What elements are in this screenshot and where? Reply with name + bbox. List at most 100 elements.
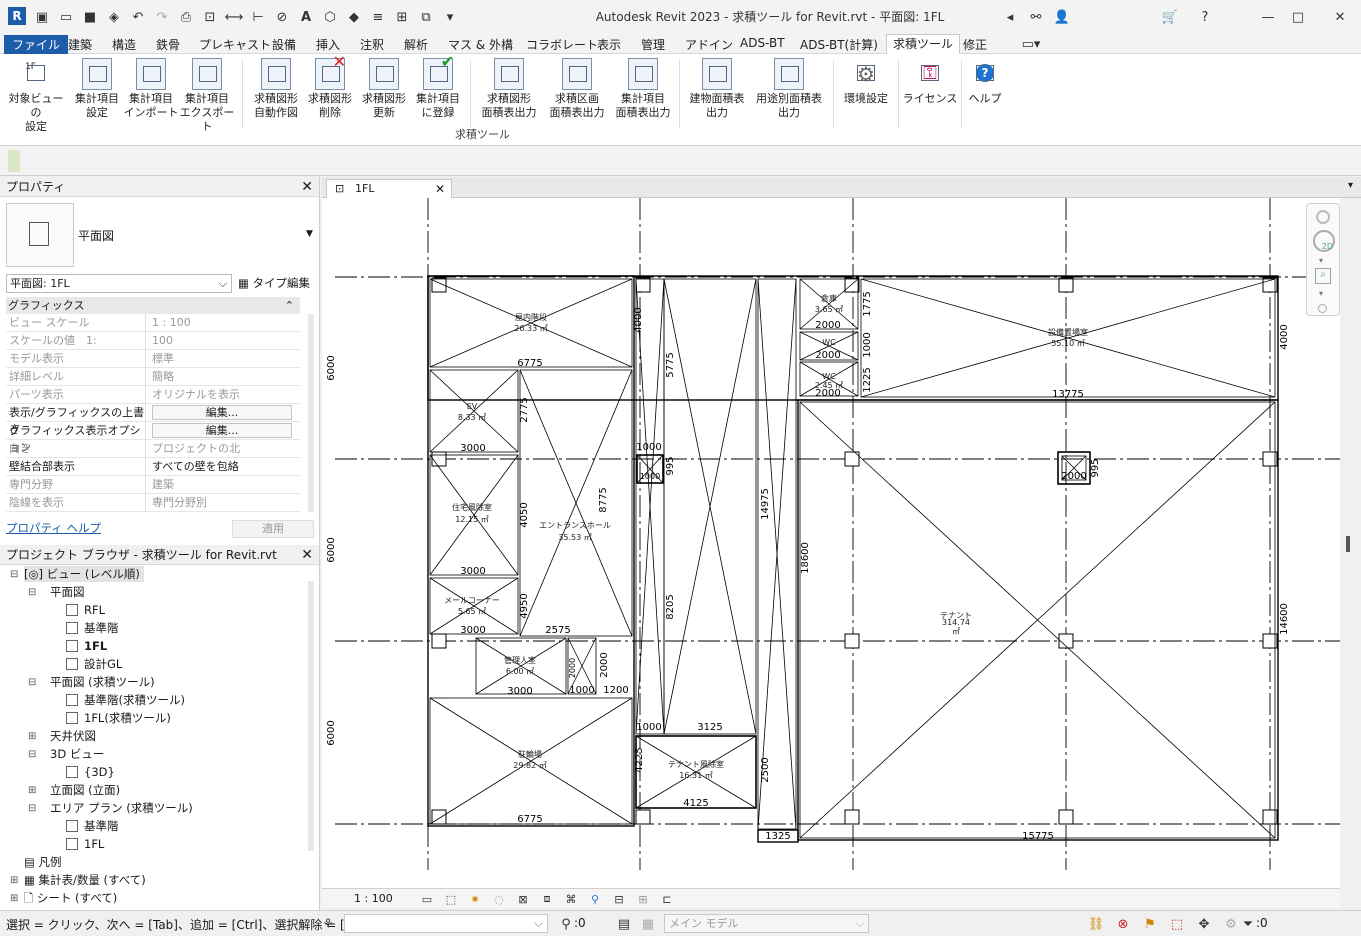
item-area-output-button[interactable]: 集計項目 面積表出力 <box>610 58 676 120</box>
tab-addins[interactable]: アドイン <box>685 36 733 53</box>
tree-floor-plans[interactable]: 平面図 <box>50 584 85 600</box>
collapse-icon[interactable]: ⊟ <box>28 803 36 814</box>
room-name[interactable]: WC <box>822 372 836 381</box>
reveal-hidden-icon[interactable]: ⊟ <box>610 890 628 908</box>
tree-view-typical[interactable]: 基準階 <box>66 620 119 636</box>
user-icon[interactable]: 👤 <box>1052 7 1072 27</box>
tree-view-typical-area[interactable]: 基準階(求積ツール) <box>66 692 185 708</box>
tab-area-tool[interactable]: 求積ツール <box>886 34 961 54</box>
select-pinned-icon[interactable]: ⚑ <box>1140 914 1160 934</box>
maximize-icon[interactable]: □ <box>1288 7 1308 27</box>
tree-area-typical[interactable]: 基準階 <box>66 818 119 834</box>
steering-wheel-icon[interactable] <box>1316 210 1330 224</box>
property-value[interactable]: すべての壁を包絡 <box>149 458 299 475</box>
select-links-icon[interactable]: ⛓ <box>1086 914 1106 934</box>
close-icon[interactable]: ✕ <box>301 545 313 565</box>
tab-annotate[interactable]: 注釈 <box>360 36 384 53</box>
drag-on-selection-icon[interactable]: ✥ <box>1194 914 1214 934</box>
collapse-icon[interactable]: ⊟ <box>10 569 18 580</box>
chevron-down-icon[interactable]: ▾ <box>1319 289 1323 298</box>
update-shape-button[interactable]: 求積図形 更新 <box>356 58 412 120</box>
delete-shape-button[interactable]: ✕ 求積図形 削除 <box>302 54 358 120</box>
expand-icon[interactable]: ⊞ <box>28 731 36 742</box>
tree-view-1fl[interactable]: 1FL <box>66 638 107 654</box>
property-group-graphics[interactable]: グラフィックス ⌃ <box>6 297 300 314</box>
building-area-output-button[interactable]: 建物面積表 出力 <box>684 58 750 120</box>
tab-analyze[interactable]: 解析 <box>404 36 428 53</box>
tree-3d-views[interactable]: 3D ビュー <box>50 746 104 762</box>
dimension-icon[interactable]: ⊢ <box>248 7 268 27</box>
filter-icon[interactable]: ⏷ <box>1238 914 1258 934</box>
open-icon[interactable]: ▭ <box>56 7 76 27</box>
tree-floor-plans-area-tool[interactable]: 平面図 (求積ツール) <box>50 674 155 690</box>
room-name[interactable]: エントランスホール <box>539 521 611 530</box>
undo-icon[interactable]: ↶ <box>128 7 148 27</box>
tree-area-plans[interactable]: エリア プラン (求積ツール) <box>50 800 193 816</box>
tag-icon[interactable]: ⊘ <box>272 7 292 27</box>
tab-precast[interactable]: プレキャスト <box>199 36 271 53</box>
tree-view-1fl-area[interactable]: 1FL(求積ツール) <box>66 710 171 726</box>
tree-elevations[interactable]: 立面図 (立面) <box>50 782 120 798</box>
property-value[interactable]: プロジェクトの北 <box>149 440 299 457</box>
tab-view[interactable]: 表示 <box>597 36 621 53</box>
editable-only-icon[interactable]: ▤ <box>614 914 634 934</box>
measure-icon[interactable]: ⟷ <box>224 7 244 27</box>
tree-sheets[interactable]: 🗋 シート (すべて) <box>24 890 117 906</box>
tab-collaborate[interactable]: コラボレート <box>526 36 598 53</box>
usage-area-output-button[interactable]: 用途別面積表 出力 <box>750 58 828 120</box>
tab-manage[interactable]: 管理 <box>641 36 665 53</box>
lock-3d-icon[interactable]: ⌘ <box>562 890 580 908</box>
redo-icon[interactable]: ↷ <box>152 7 172 27</box>
room-name[interactable]: WC <box>822 338 836 347</box>
text-icon[interactable]: A <box>296 7 316 27</box>
tree-view-3d[interactable]: {3D} <box>66 764 115 780</box>
shadows-icon[interactable]: ◌ <box>490 890 508 908</box>
home-icon[interactable]: ▣ <box>32 7 52 27</box>
expand-icon[interactable]: ⊞ <box>10 875 18 886</box>
item-settings-button[interactable]: 集計項目 設定 <box>69 58 125 120</box>
switch-windows-icon[interactable]: ⧉ <box>416 7 436 27</box>
apply-button[interactable]: 適用 <box>232 520 314 538</box>
analysis-display-icon[interactable]: ⊏ <box>658 890 676 908</box>
minimize-icon[interactable]: — <box>1258 7 1278 27</box>
vg-overrides-edit-button[interactable]: 編集... <box>152 405 292 420</box>
tab-massing[interactable]: マス & 外構 <box>448 36 513 53</box>
worksets-icon[interactable]: ⚘ <box>318 914 338 934</box>
zoom-region-icon[interactable]: ⌕ <box>1315 268 1331 284</box>
instance-selector[interactable]: 平面図: 1FL ⌵ <box>6 274 232 293</box>
tab-file[interactable]: ファイル <box>4 35 69 54</box>
tree-legends[interactable]: ▤ 凡例 <box>24 854 62 870</box>
cart-icon[interactable]: 🛒 <box>1160 7 1180 27</box>
collapse-icon[interactable]: ⊟ <box>28 677 36 688</box>
property-value[interactable]: 建築 <box>149 476 299 493</box>
room-name[interactable]: 管理人室 <box>504 655 536 665</box>
preferences-button[interactable]: ⚙ 環境設定 <box>838 58 894 106</box>
workset-selector[interactable]: ⌵ <box>344 914 548 933</box>
tab-menu-icon[interactable]: ▾ <box>1348 180 1353 191</box>
sun-path-icon[interactable]: ✷ <box>466 890 484 908</box>
graphic-display-edit-button[interactable]: 編集... <box>152 423 292 438</box>
design-options-icon[interactable]: ▦ <box>638 914 658 934</box>
collapse-icon[interactable]: ⊟ <box>28 587 36 598</box>
crop-view-icon[interactable]: ⊠ <box>514 890 532 908</box>
room-name[interactable]: 駐輪場 <box>518 749 542 759</box>
edit-type-button[interactable]: ▦ タイプ編集 <box>238 274 310 292</box>
room-name[interactable]: 屋内階段 <box>515 312 547 322</box>
drawing-canvas[interactable]: 屋内階段 26.33 ㎡ 倉庫 3.65 ㎡ WC WC 2.45 ㎡ 設備置場室 55… <box>322 198 1340 888</box>
save-icon[interactable]: ■ <box>80 7 100 27</box>
room-name[interactable]: EV <box>467 402 478 411</box>
pdf-icon[interactable]: ⊡ <box>200 7 220 27</box>
temp-hide-icon[interactable]: ⚲ <box>586 890 604 908</box>
ribbon-help-button[interactable]: ? ヘルプ <box>957 58 1013 106</box>
tab-architecture[interactable]: 建築 <box>68 36 92 53</box>
help-icon[interactable]: ? <box>1195 7 1215 27</box>
tree-schedules[interactable]: ▦ 集計表/数量 (すべて) <box>24 872 146 888</box>
visual-style-icon[interactable]: ⬚ <box>442 890 460 908</box>
2d-wheel-icon[interactable]: 2D <box>1313 230 1335 252</box>
tree-area-1fl[interactable]: 1FL <box>66 836 104 852</box>
design-option-selector[interactable]: メイン モデル ⌵ <box>664 914 869 933</box>
browser-scrollbar[interactable] <box>308 581 314 851</box>
section-area-output-button[interactable]: 求積区画 面積表出力 <box>544 58 610 120</box>
close-hidden-icon[interactable]: ⊞ <box>392 7 412 27</box>
tab-insert[interactable]: 挿入 <box>316 36 340 53</box>
